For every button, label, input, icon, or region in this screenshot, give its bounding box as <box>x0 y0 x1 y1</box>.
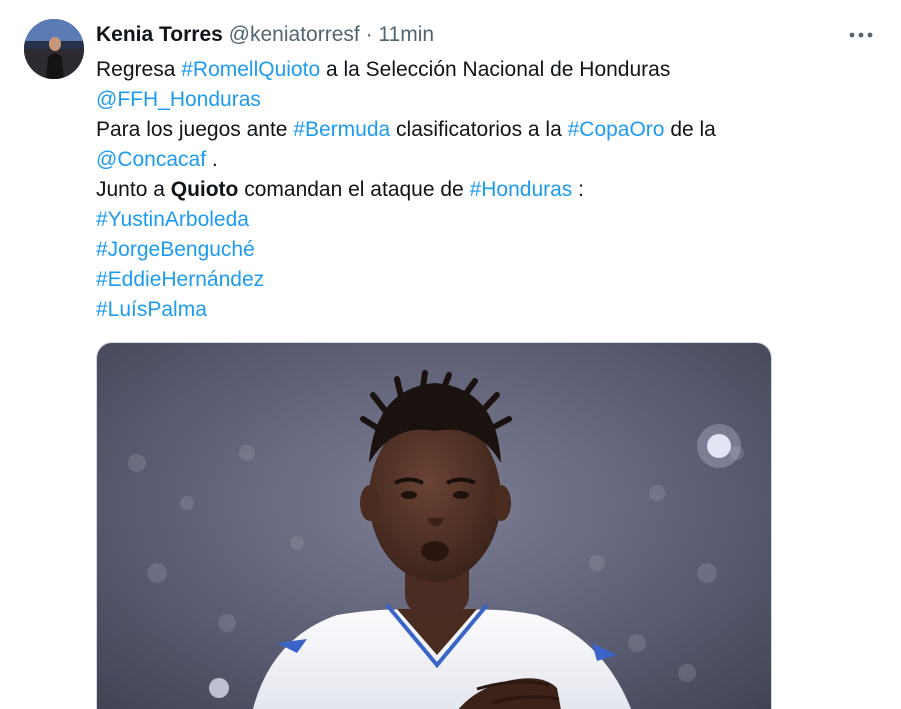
more-horizontal-icon <box>849 32 873 38</box>
timestamp[interactable]: 11min <box>378 23 434 46</box>
tweet-line: #JorgeBenguché <box>96 235 876 265</box>
tweet-header: Kenia Torres @keniatorresf · 11min <box>96 22 434 48</box>
player-photo <box>97 343 771 709</box>
bold-text: Quioto <box>170 178 239 201</box>
mention-link[interactable]: @Concacaf <box>96 148 206 171</box>
author-name[interactable]: Kenia Torres <box>96 23 223 46</box>
hashtag-link[interactable]: #RomellQuioto <box>181 58 320 81</box>
avatar[interactable] <box>24 19 84 79</box>
text-segment: Para los juegos ante <box>96 118 294 141</box>
separator-dot: · <box>365 23 373 46</box>
tweet-text: Regresa #RomellQuioto a la Selección Nac… <box>96 55 876 325</box>
tweet-line: @FFH_Honduras <box>96 85 876 115</box>
tweet-line: #EddieHernández <box>96 265 876 295</box>
hashtag-link[interactable]: #JorgeBenguché <box>96 238 255 261</box>
text-segment: Regresa <box>96 58 182 81</box>
hashtag-link[interactable]: #LuísPalma <box>96 298 207 321</box>
tweet-photo[interactable] <box>96 342 772 709</box>
tweet-line: #YustinArboleda <box>96 205 876 235</box>
tweet-line: Para los juegos ante #Bermuda clasificat… <box>96 115 876 145</box>
hashtag-link[interactable]: #Bermuda <box>293 118 390 141</box>
text-segment: a la Selección Nacional de Honduras <box>320 58 671 81</box>
hashtag-link[interactable]: #Honduras <box>470 178 573 201</box>
tweet-line: #LuísPalma <box>96 295 876 325</box>
text-segment: : <box>572 178 584 201</box>
text-segment: comandan el ataque de <box>238 178 470 201</box>
author-handle[interactable]: @keniatorresf <box>229 23 360 46</box>
mention-link[interactable]: @FFH_Honduras <box>96 88 261 111</box>
tweet-line: @Concacaf . <box>96 145 876 175</box>
hashtag-link[interactable]: #YustinArboleda <box>96 208 249 231</box>
avatar-photo <box>24 19 84 79</box>
hashtag-link[interactable]: #EddieHernández <box>96 268 264 291</box>
text-segment: Junto a <box>96 178 171 201</box>
tweet-line: Regresa #RomellQuioto a la Selección Nac… <box>96 55 876 85</box>
tweet-line: Junto a Quioto comandan el ataque de #Ho… <box>96 175 876 205</box>
text-segment: . <box>206 148 218 171</box>
text-segment: clasificatorios a la <box>390 118 568 141</box>
more-options-button[interactable] <box>846 24 876 46</box>
tweet-card[interactable]: Kenia Torres @keniatorresf · 11min Regre… <box>0 0 901 709</box>
hashtag-link[interactable]: #CopaOro <box>568 118 665 141</box>
text-segment: de la <box>664 118 716 141</box>
